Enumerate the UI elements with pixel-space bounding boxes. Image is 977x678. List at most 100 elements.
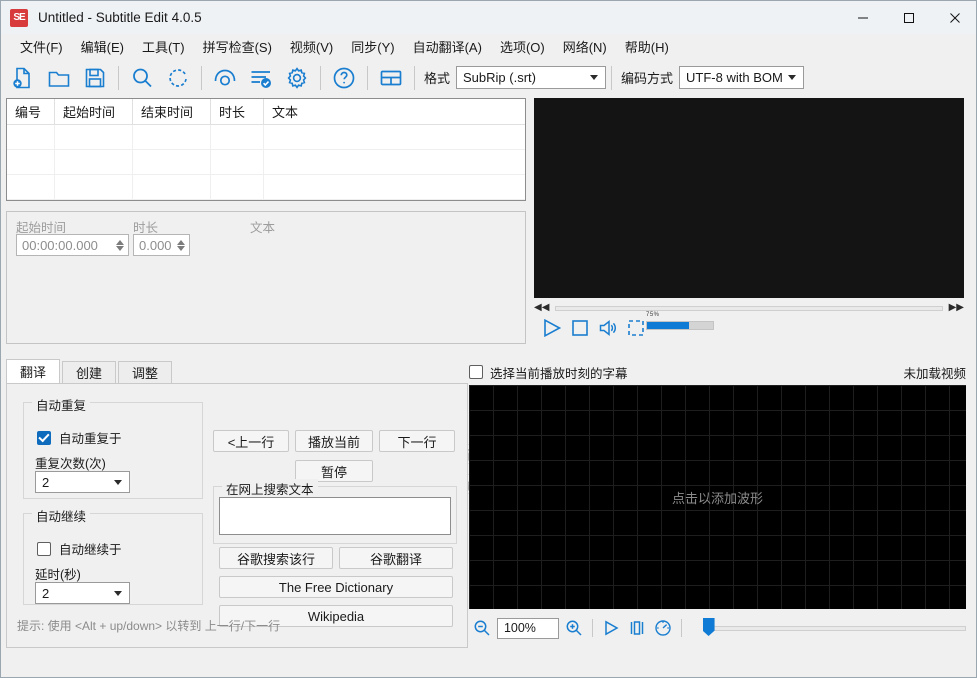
fast-forward-icon[interactable]: ▶▶ [949, 303, 964, 313]
google-search-button[interactable]: 谷歌搜索该行 [219, 547, 333, 569]
auto-repeat-checkbox[interactable] [37, 430, 51, 445]
tab-create[interactable]: 创建 [62, 361, 117, 383]
tab-body-translate: 自动重复 自动重复于 重复次数(次) 2 自动继续 自动继续于 延时(秒) 2 [6, 383, 468, 648]
menu-video[interactable]: 视频(V) [281, 34, 342, 59]
spell-check-icon[interactable] [243, 61, 279, 94]
zoom-in-icon[interactable] [561, 615, 587, 641]
cell-text [264, 125, 525, 149]
format-label: 格式 [424, 71, 451, 86]
auto-continue-checkbox[interactable] [37, 541, 51, 556]
web-search-input[interactable] [219, 497, 451, 535]
waveform-header: 选择当前播放时刻的字幕 未加载视频 [469, 361, 966, 383]
waveform-toolbar-separator [591, 619, 593, 637]
menu-auto-translate[interactable]: 自动翻译(A) [404, 34, 491, 59]
chevron-down-icon [114, 590, 122, 596]
waveform-zoom-value: 100% [503, 621, 536, 635]
menu-help[interactable]: 帮助(H) [616, 34, 678, 59]
visual-sync-icon[interactable] [207, 61, 243, 94]
google-translate-button[interactable]: 谷歌翻译 [339, 547, 453, 569]
cell-duration [211, 125, 264, 149]
rewind-icon[interactable]: ◀◀ [534, 303, 549, 313]
waveform-zoom-select[interactable]: 100% [496, 617, 559, 639]
minimize-icon[interactable] [840, 1, 886, 34]
toggle-layout-icon[interactable] [373, 61, 409, 94]
encoding-select[interactable]: UTF-8 with BOM [679, 66, 805, 89]
seek-row: ◀◀ ▶▶ [534, 302, 964, 314]
chevron-down-icon[interactable] [116, 245, 124, 251]
cell-number [7, 125, 55, 149]
table-row[interactable] [7, 125, 525, 150]
duration-value: 0.000 [139, 237, 172, 253]
stepper-arrows[interactable] [112, 235, 128, 255]
column-header-duration[interactable]: 时长 [211, 99, 264, 124]
auto-repeat-checkbox-row[interactable]: 自动重复于 [37, 428, 122, 447]
column-header-end-time[interactable]: 结束时间 [133, 99, 211, 124]
menu-file[interactable]: 文件(F) [11, 34, 72, 59]
table-row[interactable] [7, 175, 525, 200]
subtitle-edit-window: SE Untitled - Subtitle Edit 4.0.5 文件(F) … [0, 0, 977, 678]
auto-continue-checkbox-row[interactable]: 自动继续于 [37, 539, 122, 558]
tab-adjust[interactable]: 调整 [118, 361, 173, 383]
play-current-button[interactable]: 播放当前 [295, 430, 373, 452]
playback-previous-button[interactable]: <上一行 [213, 430, 289, 452]
menu-tools[interactable]: 工具(T) [133, 34, 194, 59]
subtitle-edit-icon: SE [10, 8, 28, 27]
column-header-text[interactable]: 文本 [264, 99, 525, 124]
new-file-icon[interactable] [5, 61, 41, 94]
settings-icon[interactable] [279, 61, 315, 94]
duration-stepper[interactable]: 0.000 [133, 234, 190, 256]
playback-next-button[interactable]: 下一行 [379, 430, 455, 452]
delay-select[interactable]: 2 [35, 582, 130, 604]
play-icon[interactable] [538, 316, 566, 340]
chevron-up-icon[interactable] [116, 239, 124, 245]
find-icon[interactable] [124, 61, 160, 94]
zoom-out-icon[interactable] [469, 615, 495, 641]
waveform-position-slider[interactable] [701, 618, 966, 638]
waveform-placeholder: 点击以添加波形 [671, 490, 763, 506]
playback-speed-gauge-icon[interactable] [650, 615, 676, 641]
waveform-toolbar: 100% [469, 613, 966, 643]
help-icon[interactable] [326, 61, 362, 94]
stepper-arrows[interactable] [173, 235, 189, 255]
cell-start-time [55, 175, 133, 199]
video-display[interactable] [534, 98, 964, 298]
table-row[interactable] [7, 150, 525, 175]
column-header-start-time[interactable]: 起始时间 [55, 99, 133, 124]
chevron-up-icon[interactable] [177, 239, 185, 245]
menu-options[interactable]: 选项(O) [491, 34, 554, 59]
chevron-down-icon[interactable] [177, 245, 185, 251]
seek-slider[interactable] [555, 305, 943, 311]
menu-synchronization[interactable]: 同步(Y) [342, 34, 403, 59]
auto-continue-group-title: 自动继续 [32, 506, 91, 525]
cell-duration [211, 175, 264, 199]
free-dictionary-button[interactable]: The Free Dictionary [219, 576, 453, 598]
save-icon[interactable] [77, 61, 113, 94]
column-header-number[interactable]: 编号 [7, 99, 55, 124]
volume-slider[interactable] [646, 321, 714, 330]
tab-translate[interactable]: 翻译 [6, 359, 61, 383]
waveform-slider-thumb[interactable] [702, 618, 715, 636]
menu-networking[interactable]: 网络(N) [554, 34, 616, 59]
auto-repeat-checkbox-label: 自动重复于 [59, 432, 122, 446]
toolbar-separator [118, 65, 119, 90]
close-icon[interactable] [932, 1, 976, 34]
format-select[interactable]: SubRip (.srt) [456, 66, 607, 89]
menu-spellcheck[interactable]: 拼写检查(S) [194, 34, 281, 59]
waveform-slider-track[interactable] [710, 625, 966, 631]
select-current-subtitle-checkbox[interactable] [469, 365, 483, 379]
chevron-down-icon [788, 75, 797, 80]
waveform-pause-icon[interactable] [624, 615, 650, 641]
subtitle-list[interactable]: 编号 起始时间 结束时间 时长 文本 [6, 98, 526, 201]
waveform-display[interactable]: 点击以添加波形 [469, 385, 966, 609]
menu-edit[interactable]: 编辑(E) [72, 34, 133, 59]
maximize-icon[interactable] [886, 1, 932, 34]
stop-icon[interactable] [566, 316, 594, 340]
waveform-play-icon[interactable] [598, 615, 624, 641]
speaker-icon[interactable] [594, 316, 622, 340]
open-folder-icon[interactable] [41, 61, 77, 94]
repeat-count-select[interactable]: 2 [35, 471, 130, 493]
video-status-label: 未加载视频 [903, 366, 966, 381]
start-time-stepper[interactable]: 00:00:00.000 [16, 234, 129, 256]
volume-control[interactable]: 75% [646, 312, 714, 330]
replace-icon[interactable] [160, 61, 196, 94]
